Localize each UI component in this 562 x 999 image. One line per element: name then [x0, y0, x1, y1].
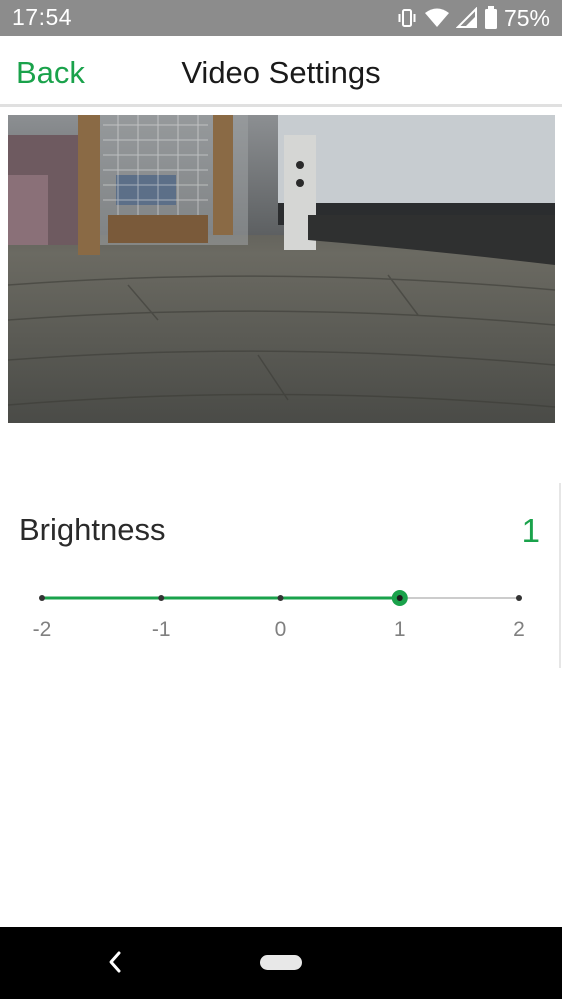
header-divider	[0, 104, 562, 107]
tick-label: 2	[513, 618, 525, 641]
app-bar: Back Video Settings	[0, 36, 562, 104]
live-camera-frame-icon	[8, 115, 555, 423]
tick-label: -2	[32, 618, 52, 641]
tick-label: 0	[274, 618, 287, 641]
page-title: Video Settings	[181, 55, 381, 90]
slider-thumb-center	[396, 595, 403, 601]
slider-tick--1[interactable]	[158, 595, 165, 601]
brightness-label: Brightness	[19, 512, 166, 547]
battery-icon	[484, 6, 497, 29]
tick-label: -1	[151, 618, 171, 641]
status-bar: 17:54 75%	[0, 0, 562, 36]
back-chevron-icon[interactable]	[104, 949, 126, 975]
camera-preview	[8, 115, 555, 423]
brightness-slider[interactable]: -2 -1 0 1 2	[0, 580, 562, 650]
tick-label: 1	[393, 618, 406, 641]
cell-signal-icon	[455, 7, 477, 28]
status-time: 17:54	[12, 4, 73, 30]
wifi-icon	[424, 8, 449, 27]
battery-percent: 75%	[503, 4, 550, 31]
status-icons: 75%	[396, 5, 550, 31]
brightness-value: 1	[521, 512, 540, 549]
home-pill-icon[interactable]	[260, 955, 302, 970]
nav-bar	[0, 927, 562, 999]
slider-tick--2[interactable]	[39, 595, 45, 601]
slider-track[interactable]	[0, 580, 562, 616]
slider-tick-0[interactable]	[277, 595, 284, 601]
slider-tick-2[interactable]	[516, 595, 522, 601]
vibrate-icon	[398, 9, 416, 27]
